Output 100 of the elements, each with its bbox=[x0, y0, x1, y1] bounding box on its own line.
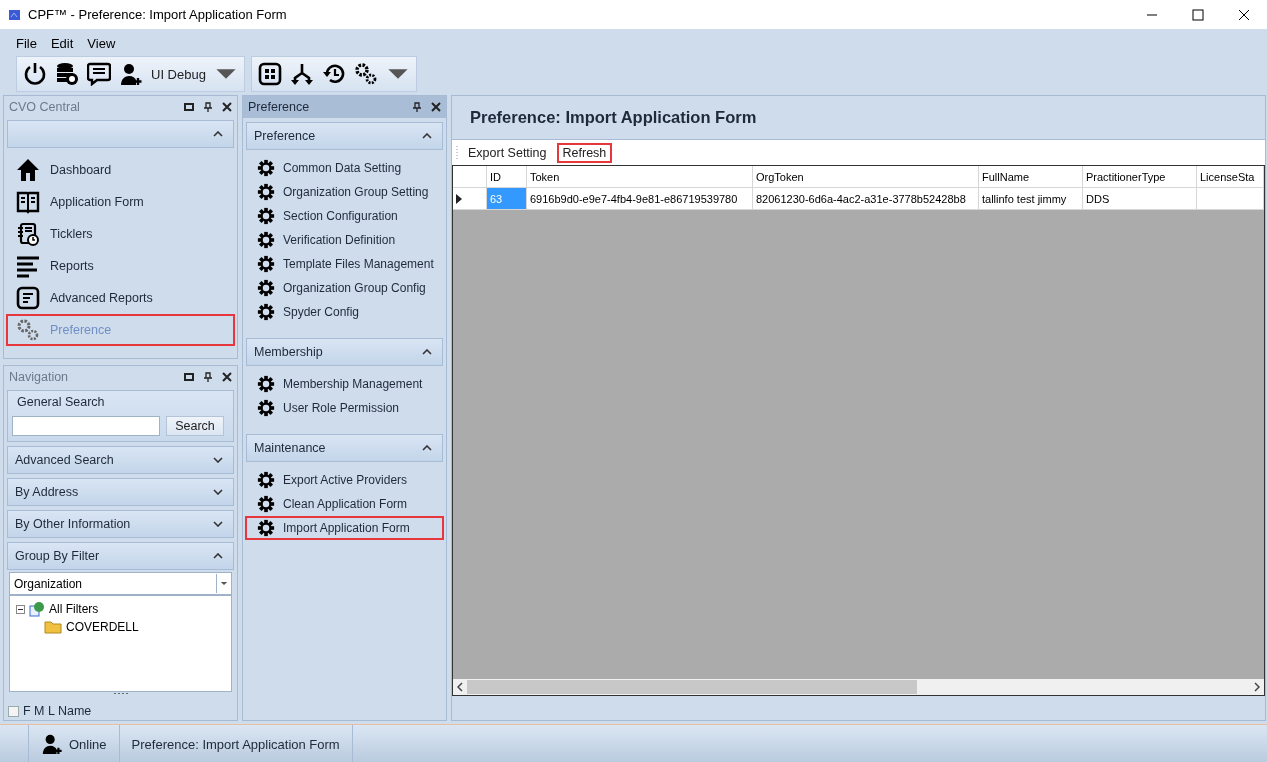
gear-icon bbox=[257, 255, 275, 273]
chevron-up-icon[interactable] bbox=[213, 131, 223, 137]
scroll-right-icon[interactable] bbox=[1254, 682, 1260, 692]
menu-item[interactable]: View bbox=[87, 35, 116, 51]
text-lines-icon bbox=[16, 254, 40, 278]
nav-item-label: Application Form bbox=[50, 195, 144, 209]
panel-title: Preference bbox=[248, 100, 310, 114]
dropdown-icon[interactable] bbox=[220, 581, 228, 586]
chevron-up-icon[interactable] bbox=[213, 553, 223, 559]
settings-link-label: Membership Management bbox=[283, 377, 423, 391]
collapsible-header[interactable]: Group By Filter bbox=[7, 542, 234, 570]
collapsible-header[interactable]: Advanced Search bbox=[7, 446, 234, 474]
settings-link[interactable]: Export Active Providers bbox=[245, 468, 444, 492]
gears-icon bbox=[16, 318, 40, 342]
nav-item[interactable]: Ticklers bbox=[6, 218, 235, 250]
collapsible-header[interactable]: By Other Information bbox=[7, 510, 234, 538]
pin-icon[interactable] bbox=[412, 102, 422, 112]
gear-icon bbox=[257, 519, 275, 537]
settings-link[interactable]: Membership Management bbox=[245, 372, 444, 396]
chevron-up-icon[interactable] bbox=[422, 445, 432, 451]
maximize-icon[interactable] bbox=[184, 102, 194, 112]
close-icon[interactable] bbox=[431, 102, 441, 112]
user-icon bbox=[41, 733, 63, 755]
settings-link[interactable]: Section Configuration bbox=[245, 204, 444, 228]
settings-link[interactable]: Verification Definition bbox=[245, 228, 444, 252]
pin-icon[interactable] bbox=[203, 372, 213, 382]
settings-link[interactable]: Common Data Setting bbox=[245, 156, 444, 180]
checkbox[interactable] bbox=[8, 705, 19, 717]
close-icon[interactable] bbox=[222, 102, 232, 112]
settings-link[interactable]: Organization Group Setting bbox=[245, 180, 444, 204]
nav-item[interactable]: Dashboard bbox=[6, 154, 235, 186]
folder-icon bbox=[44, 620, 62, 634]
nav-item[interactable]: Advanced Reports bbox=[6, 282, 235, 314]
pin-icon[interactable] bbox=[203, 102, 213, 112]
panel-title: CVO Central bbox=[9, 100, 80, 114]
gear-icon bbox=[257, 183, 275, 201]
window-title: CPF™ - Preference: Import Application Form bbox=[28, 7, 288, 22]
settings-link[interactable]: Clean Application Form bbox=[245, 492, 444, 516]
toolbar-button[interactable]: Export Setting bbox=[462, 142, 553, 163]
settings-link-label: User Role Permission bbox=[283, 401, 400, 415]
nav-item-label: Ticklers bbox=[50, 227, 93, 241]
settings-link-label: Spyder Config bbox=[283, 305, 360, 319]
maximize-icon[interactable] bbox=[184, 372, 194, 382]
chevron-up-icon[interactable] bbox=[422, 133, 432, 139]
app-logo-icon bbox=[8, 7, 22, 22]
chat-icon[interactable] bbox=[87, 62, 111, 86]
settings-link-label: Export Active Providers bbox=[283, 473, 408, 487]
grid-icon[interactable] bbox=[257, 62, 282, 86]
database-icon[interactable] bbox=[55, 62, 79, 86]
toolbar-button[interactable]: Refresh bbox=[556, 142, 613, 163]
nav-item-label: Preference bbox=[50, 323, 112, 337]
add-user-icon[interactable] bbox=[119, 62, 143, 86]
checkbox-label: F M L Name bbox=[23, 704, 92, 718]
nav-item[interactable]: Reports bbox=[6, 250, 235, 282]
menu-item[interactable]: File bbox=[16, 35, 37, 51]
settings-link[interactable]: Spyder Config bbox=[245, 300, 444, 324]
table-cell: 6916b9d0-e9e7-4fb4-9e81-e86719539780 bbox=[527, 188, 753, 210]
table-cell bbox=[1197, 188, 1264, 210]
chevron-down-icon[interactable] bbox=[213, 489, 223, 495]
settings-link[interactable]: User Role Permission bbox=[245, 396, 444, 420]
settings-link-label: Verification Definition bbox=[283, 233, 396, 247]
power-icon[interactable] bbox=[23, 62, 47, 86]
nav-item[interactable]: Application Form bbox=[6, 186, 235, 218]
chevron-down-icon[interactable] bbox=[213, 521, 223, 527]
table-cell: DDS bbox=[1083, 188, 1197, 210]
collapsible-header[interactable]: Maintenance bbox=[246, 434, 443, 462]
resize-grip-icon[interactable] bbox=[113, 692, 128, 695]
collapsible-header[interactable]: Membership bbox=[246, 338, 443, 366]
settings-link[interactable]: Import Application Form bbox=[245, 516, 444, 540]
gear-icon bbox=[257, 375, 275, 393]
tree-node[interactable]: All Filters bbox=[49, 602, 99, 616]
scroll-left-icon[interactable] bbox=[457, 682, 463, 692]
gear-icon bbox=[257, 231, 275, 249]
search-button[interactable]: Search bbox=[166, 416, 224, 436]
history-icon[interactable] bbox=[321, 62, 346, 86]
notebook-clock-icon bbox=[16, 222, 40, 246]
table-cell: 82061230-6d6a-4ac2-a31e-3778b52428b8 bbox=[753, 188, 979, 210]
fork-icon[interactable] bbox=[289, 62, 314, 86]
gear-icon bbox=[257, 159, 275, 177]
collapse-icon[interactable] bbox=[16, 604, 25, 614]
nav-item-label: Advanced Reports bbox=[50, 291, 153, 305]
search-field[interactable] bbox=[12, 416, 160, 436]
chevron-up-icon[interactable] bbox=[422, 349, 432, 355]
collapsible-header[interactable]: By Address bbox=[7, 478, 234, 506]
debug-label: UI Debug bbox=[151, 66, 206, 82]
filter-dropdown[interactable]: Organization bbox=[9, 572, 232, 595]
settings-icon[interactable] bbox=[353, 62, 378, 86]
collapsible-header[interactable]: Preference bbox=[246, 122, 443, 150]
status-text: Online bbox=[69, 736, 107, 752]
globe-document-icon bbox=[29, 601, 45, 617]
close-icon[interactable] bbox=[222, 372, 232, 382]
scrollbar-thumb[interactable] bbox=[467, 680, 917, 694]
menu-item[interactable]: Edit bbox=[50, 35, 74, 51]
chevron-down-icon[interactable] bbox=[213, 457, 223, 463]
tree-node[interactable]: COVERDELL bbox=[66, 620, 139, 634]
settings-link[interactable]: Template Files Management bbox=[245, 252, 444, 276]
settings-link[interactable]: Organization Group Config bbox=[245, 276, 444, 300]
settings-link-label: Import Application Form bbox=[283, 521, 410, 535]
settings-link-label: Template Files Management bbox=[283, 257, 434, 271]
gear-icon bbox=[257, 279, 275, 297]
